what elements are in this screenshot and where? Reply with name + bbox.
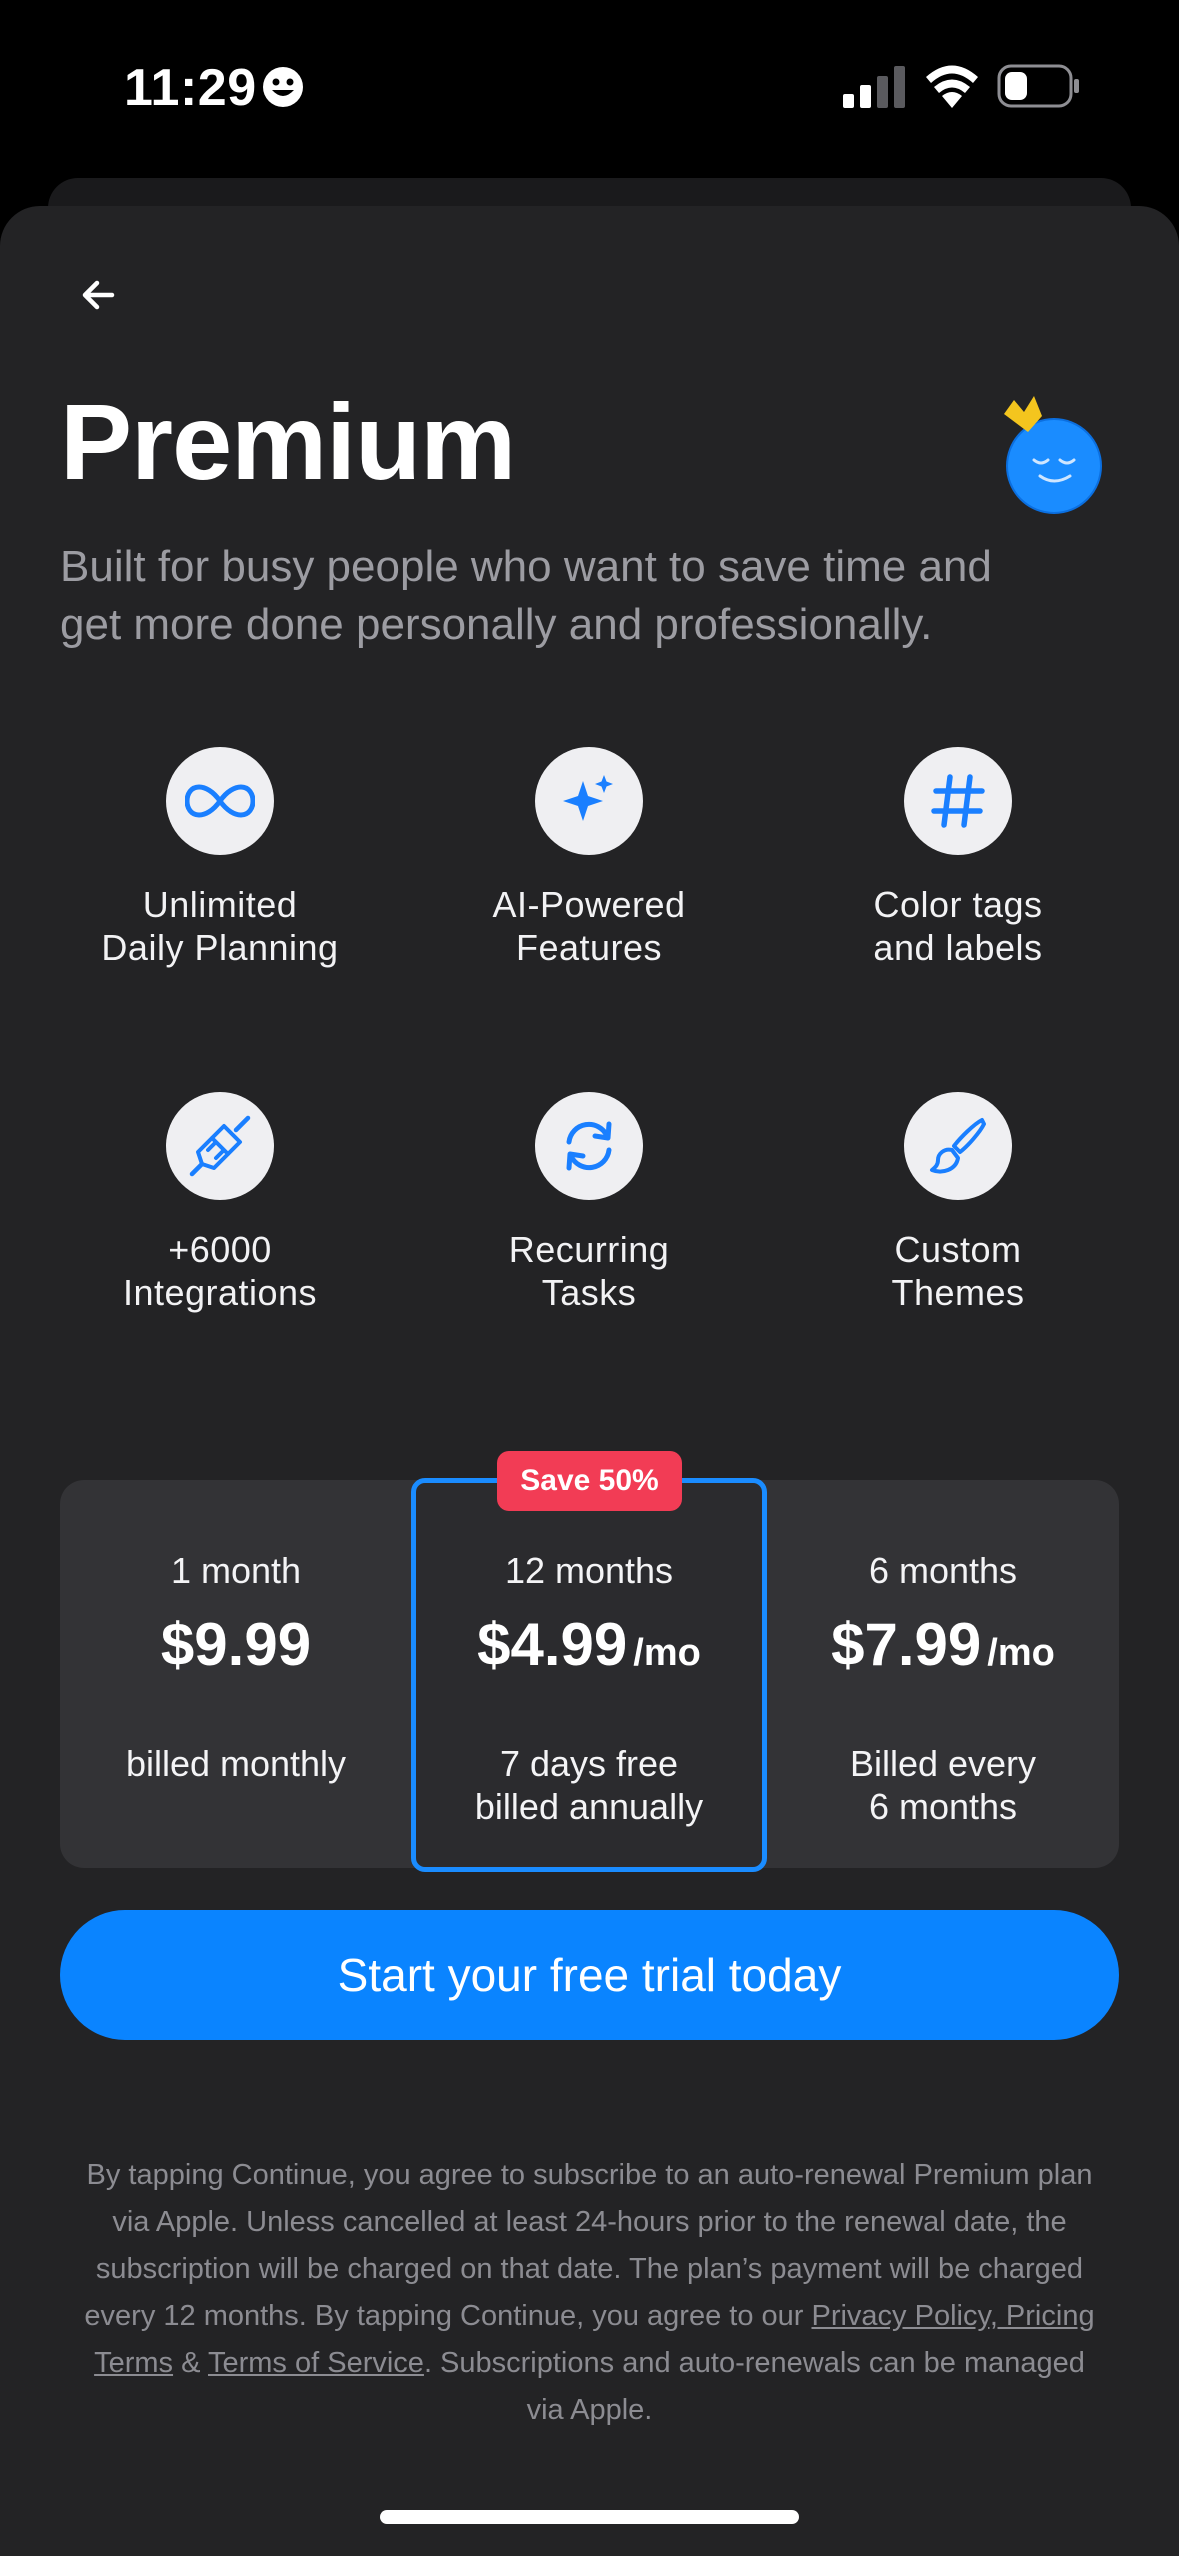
legal-line: via Apple. Unless cancelled at least 24-… [112, 2206, 1067, 2238]
plan-6-months[interactable]: 6 months $7.99/mo Billed every 6 months [767, 1480, 1119, 1868]
plan-price: $7.99/mo [767, 1610, 1119, 1679]
feature-integrations: +6000 Integrations [35, 1092, 405, 1314]
plan-price-value: $7.99 [831, 1611, 982, 1678]
plan-price: $9.99 [60, 1610, 412, 1679]
legal-line: via Apple. [526, 2394, 653, 2426]
legal-text: By tapping Continue, you agree to subscr… [56, 2152, 1123, 2434]
page-subtitle: Built for busy people who want to save t… [60, 538, 1120, 654]
plan-12-months[interactable]: 12 months $4.99/mo 7 days free billed an… [411, 1478, 767, 1872]
feature-label: Custom [894, 1229, 1022, 1270]
feature-label: Tasks [541, 1272, 637, 1313]
plan-billing: billed monthly [125, 1743, 347, 1784]
feature-label: +6000 [168, 1229, 272, 1270]
plan-price-unit: /mo [633, 1632, 701, 1674]
terms-of-service-link[interactable]: Terms of Service [208, 2347, 424, 2379]
feature-label: Daily Planning [101, 927, 339, 968]
plan-price-unit: /mo [987, 1632, 1055, 1674]
plan-billing: 6 months [868, 1786, 1018, 1827]
pricing-terms-link[interactable]: Terms [94, 2347, 173, 2379]
legal-line: subscription will be charged on that dat… [95, 2253, 1084, 2285]
battery-icon [997, 64, 1079, 108]
plug-icon [189, 1115, 251, 1177]
page-title: Premium [60, 381, 516, 502]
feature-label: AI-Powered [492, 884, 686, 925]
plan-billing: 7 days free [499, 1743, 679, 1784]
smiley-icon [263, 67, 303, 107]
legal-line: . Subscriptions and auto-renewals can be… [423, 2347, 1085, 2379]
feature-label: Features [515, 927, 663, 968]
sparkles-icon [563, 775, 613, 821]
status-time: 11:29 [124, 59, 257, 117]
legal-line: By tapping Continue, you agree to subscr… [86, 2159, 1093, 2191]
refresh-icon [566, 1121, 612, 1171]
feature-label: Recurring [508, 1229, 670, 1270]
start-free-trial-button[interactable]: Start your free trial today [60, 1910, 1119, 2040]
feature-label: Themes [891, 1272, 1025, 1313]
mascot-crown-icon [1004, 396, 1102, 514]
feature-label: Unlimited [142, 884, 298, 925]
feature-custom-themes: Custom Themes [773, 1092, 1143, 1314]
plan-1-month[interactable]: 1 month $9.99 billed monthly [60, 1480, 412, 1868]
hashtag-icon [931, 774, 985, 828]
feature-unlimited-planning: Unlimited Daily Planning [35, 747, 405, 969]
status-bar: 11:29 [0, 0, 1179, 170]
feature-color-tags: Color tags and labels [773, 747, 1143, 969]
plan-price: $4.99/mo [416, 1610, 762, 1679]
save-badge: Save 50% [497, 1451, 682, 1511]
plan-price-value: $9.99 [160, 1611, 312, 1678]
back-button[interactable] [68, 265, 128, 325]
legal-text-amp: & [173, 2347, 208, 2379]
feature-label: Integrations [122, 1272, 318, 1313]
wifi-icon [926, 65, 978, 108]
legal-line: every 12 months. By tapping Continue, yo… [84, 2300, 812, 2332]
plan-period: 1 month [170, 1550, 302, 1591]
infinity-icon [185, 784, 255, 818]
cellular-signal-icon [843, 66, 905, 108]
feature-ai-powered: AI-Powered Features [404, 747, 774, 969]
feature-label: Color tags [873, 884, 1043, 925]
back-arrow-icon [82, 280, 115, 310]
paintbrush-icon [930, 1118, 986, 1174]
plan-billing: billed annually [474, 1786, 704, 1827]
plan-period: 12 months [504, 1550, 674, 1591]
home-indicator[interactable] [380, 2510, 799, 2524]
privacy-policy-link[interactable]: Privacy Policy, Pricing [811, 2300, 1094, 2332]
plan-price-value: $4.99 [477, 1611, 628, 1678]
plan-billing: Billed every [849, 1743, 1037, 1784]
subtitle-line: Built for busy people who want to save t… [60, 542, 992, 591]
plan-period: 6 months [868, 1550, 1018, 1591]
feature-label: and labels [873, 927, 1043, 968]
subtitle-line: get more done personally and professiona… [60, 600, 933, 649]
feature-recurring-tasks: Recurring Tasks [404, 1092, 774, 1314]
